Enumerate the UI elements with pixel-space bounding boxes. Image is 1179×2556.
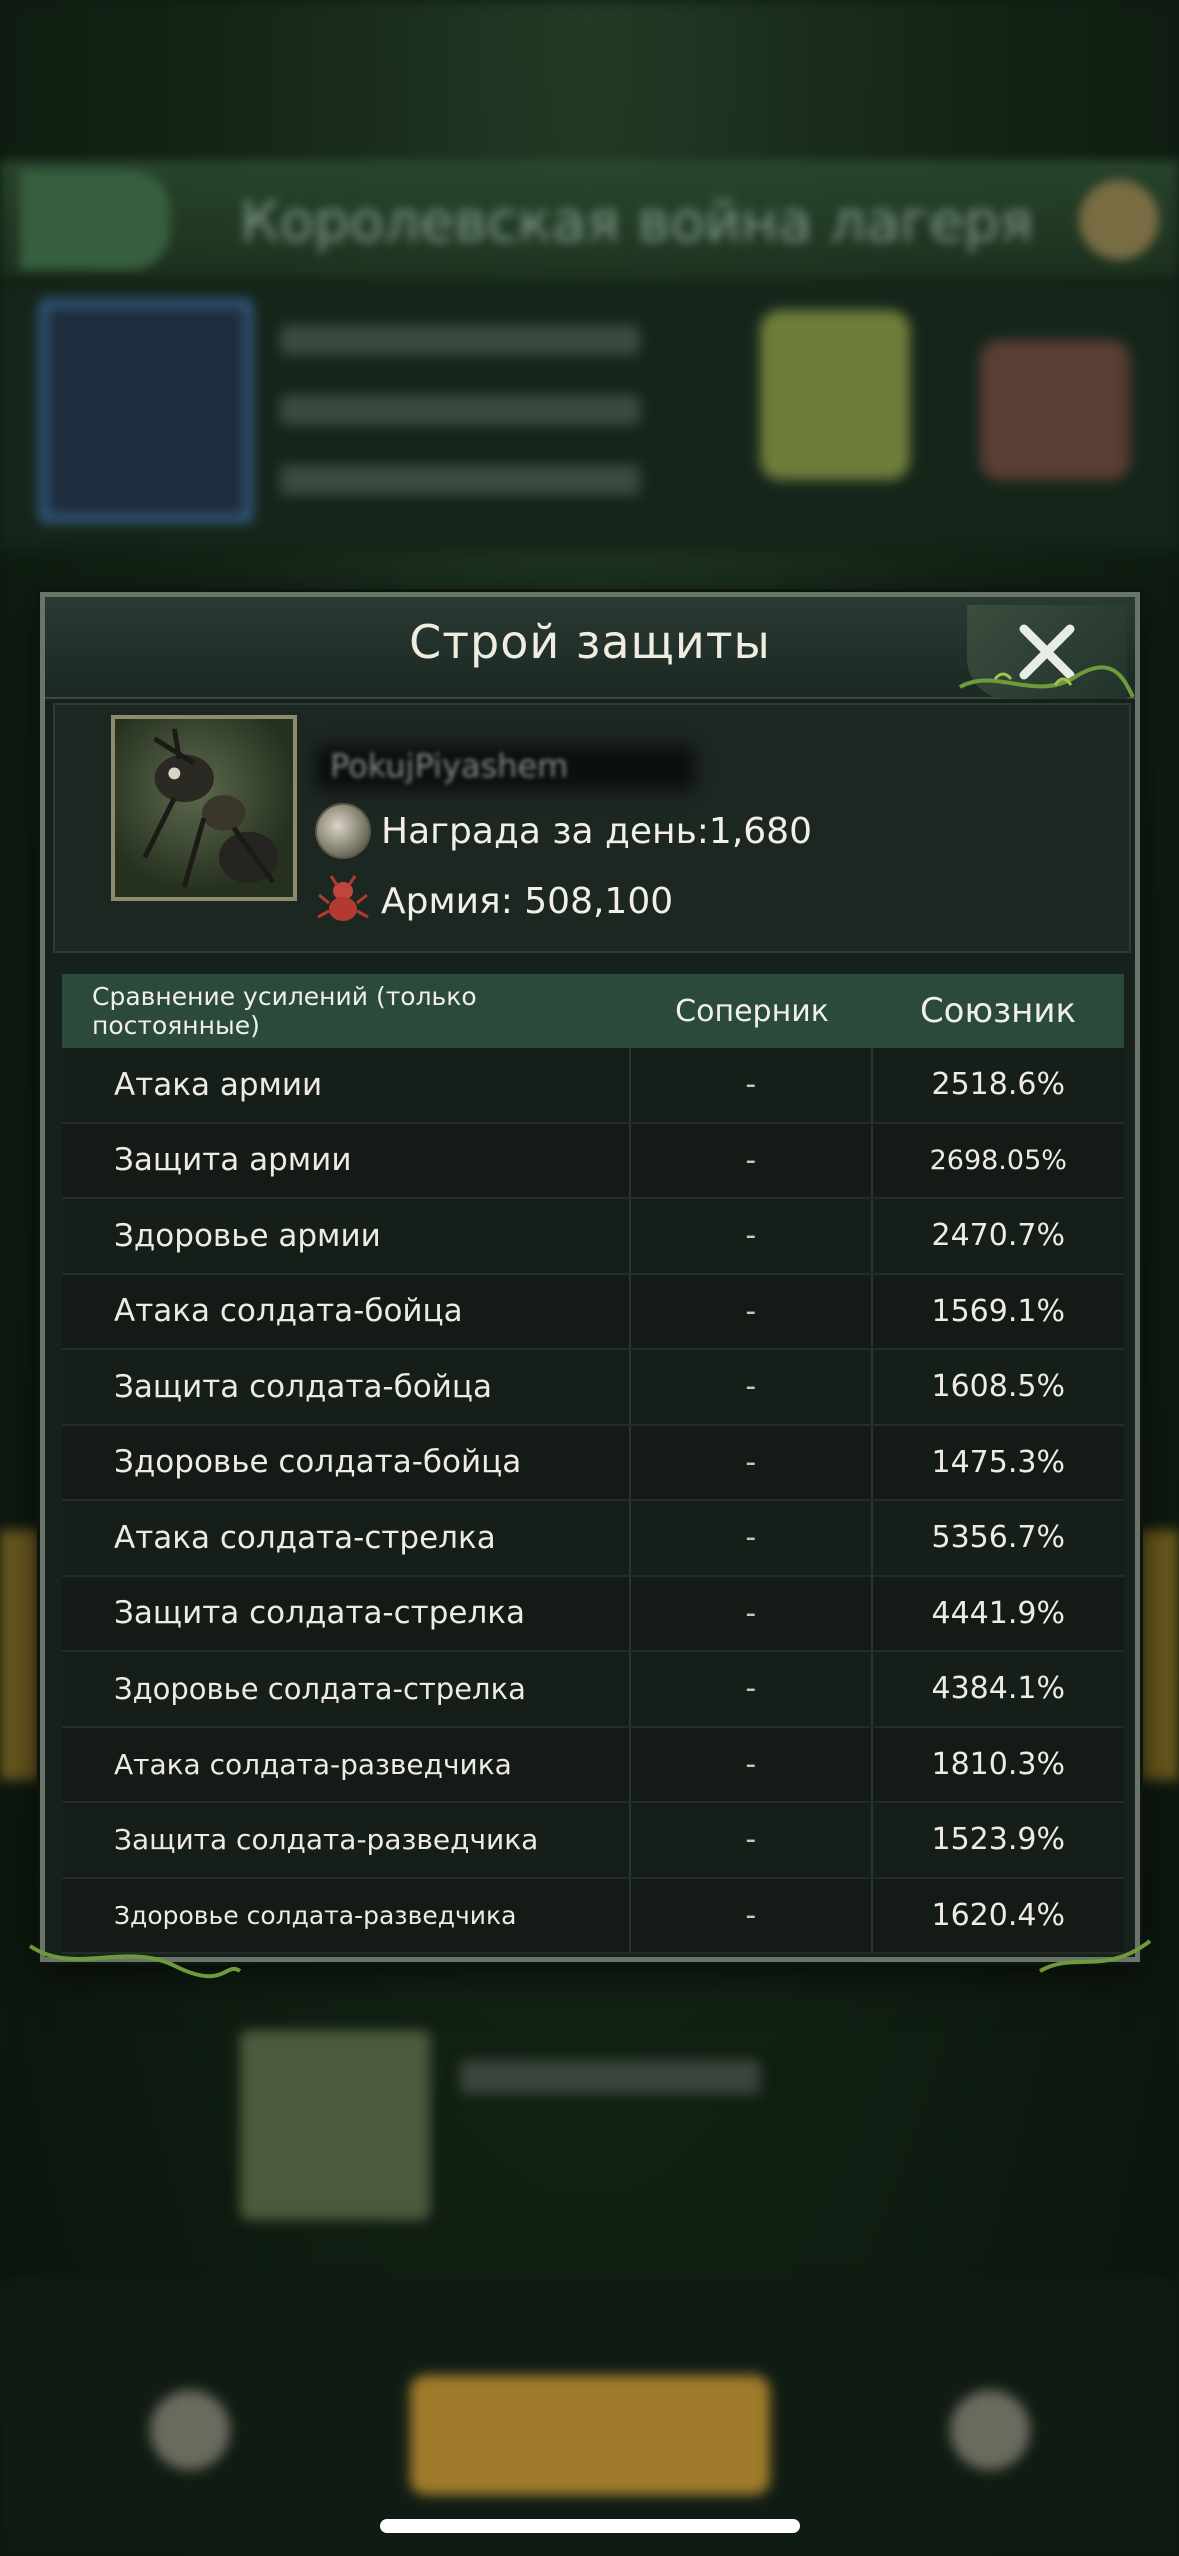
background-row	[0, 1990, 1179, 2220]
table-row: Здоровье солдата-бойца - 1475.3%	[62, 1425, 1124, 1501]
header-ally: Союзник	[919, 991, 1077, 1031]
opponent-value: -	[631, 1123, 873, 1197]
defense-formation-dialog: Строй защиты PokujPiyashem Награда за де…	[28, 592, 1152, 1979]
opponent-value: -	[631, 1048, 873, 1122]
stat-name: Здоровье солдата-разведчика	[62, 1878, 631, 1952]
background-side-left	[0, 1530, 40, 1780]
ally-value: 1810.3%	[931, 1746, 1065, 1782]
ally-value: 2470.7%	[931, 1218, 1065, 1254]
ant-avatar	[142, 728, 279, 888]
ally-value: 5356.7%	[931, 1520, 1065, 1556]
table-row: Атака солдата-бойца - 1569.1%	[62, 1274, 1124, 1350]
table-row: Атака солдата-разведчика - 1810.3%	[62, 1727, 1124, 1803]
ally-value: 4441.9%	[931, 1595, 1065, 1631]
army-size: Армия: 508,100	[315, 873, 673, 929]
army-ant-icon	[317, 875, 369, 921]
background-card	[0, 280, 1179, 550]
table-row: Здоровье армии - 2470.7%	[62, 1199, 1124, 1275]
stat-name: Защита солдата-стрелка	[62, 1576, 631, 1650]
opponent-value: -	[631, 1652, 873, 1726]
opponent-value: -	[631, 1576, 873, 1650]
background-side-right	[1139, 1530, 1179, 1780]
stat-name: Здоровье армии	[62, 1199, 631, 1273]
opponent-value: -	[631, 1350, 873, 1424]
stat-name: Здоровье солдата-бойца	[62, 1425, 631, 1499]
daily-reward-label: Награда за день:1,680	[381, 810, 812, 852]
background-header: Королевская война лагеря	[0, 160, 1179, 280]
table-row: Здоровье солдата-стрелка - 4384.1%	[62, 1652, 1124, 1728]
home-indicator[interactable]	[380, 2519, 800, 2533]
opponent-value: -	[631, 1878, 873, 1952]
table-row: Защита солдата-бойца - 1608.5%	[62, 1350, 1124, 1426]
ally-value: 1569.1%	[931, 1293, 1065, 1329]
table-row: Атака солдата-стрелка - 5356.7%	[62, 1501, 1124, 1577]
ally-value: 2698.05%	[929, 1144, 1067, 1176]
army-label: Армия: 508,100	[381, 880, 674, 922]
table-row: Атака армии - 2518.6%	[62, 1048, 1124, 1124]
stat-name: Защита солдата-разведчика	[62, 1803, 631, 1877]
stat-name: Атака солдата-стрелка	[62, 1501, 631, 1575]
dialog-header: Строй защиты	[45, 597, 1135, 699]
ally-value: 1608.5%	[931, 1369, 1065, 1405]
player-avatar[interactable]	[111, 715, 297, 901]
stat-name: Атака солдата-бойца	[62, 1274, 631, 1348]
stat-name: Защита солдата-бойца	[62, 1350, 631, 1424]
opponent-value: -	[631, 1425, 873, 1499]
stat-name: Атака солдата-разведчика	[62, 1727, 631, 1801]
background-bottom-bar	[0, 2280, 1179, 2556]
table-row: Здоровье солдата-разведчика - 1620.4%	[62, 1878, 1124, 1954]
ally-value: 1620.4%	[931, 1897, 1065, 1933]
header-comparison: Сравнение усилений (только постоянные)	[92, 982, 477, 1040]
reward-coin-icon	[315, 803, 371, 859]
ally-value: 1475.3%	[931, 1444, 1065, 1480]
daily-reward: Награда за день:1,680	[315, 803, 812, 859]
opponent-value: -	[631, 1803, 873, 1877]
ally-value: 1523.9%	[931, 1822, 1065, 1858]
table-row: Защита солдата-разведчика - 1523.9%	[62, 1803, 1124, 1879]
opponent-value: -	[631, 1727, 873, 1801]
player-name: PokujPiyashem	[330, 747, 569, 785]
opponent-value: -	[631, 1274, 873, 1348]
ally-value: 4384.1%	[931, 1671, 1065, 1707]
table-header: Сравнение усилений (только постоянные) С…	[62, 974, 1124, 1048]
stat-name: Здоровье солдата-стрелка	[62, 1652, 631, 1726]
opponent-value: -	[631, 1199, 873, 1273]
stat-name: Защита армии	[62, 1123, 631, 1197]
opponent-value: -	[631, 1501, 873, 1575]
header-opponent: Соперник	[675, 993, 829, 1029]
table-row: Защита армии - 2698.05%	[62, 1123, 1124, 1199]
table-row: Защита солдата-стрелка - 4441.9%	[62, 1576, 1124, 1652]
close-button[interactable]	[967, 605, 1127, 699]
close-icon	[1019, 624, 1075, 680]
ally-value: 2518.6%	[931, 1067, 1065, 1103]
stats-table[interactable]: Атака армии - 2518.6% Защита армии - 269…	[62, 1048, 1124, 1954]
stat-name: Атака армии	[62, 1048, 631, 1122]
